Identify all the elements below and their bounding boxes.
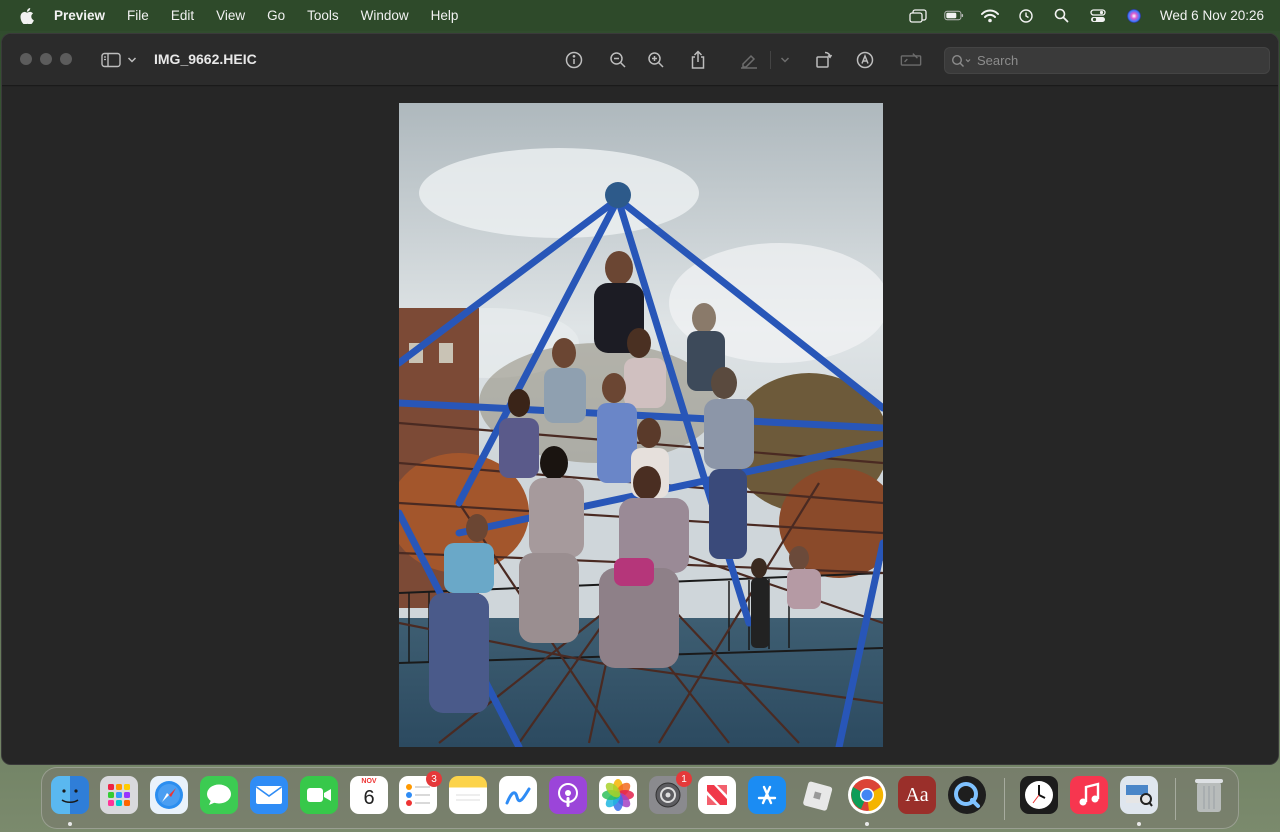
music-icon[interactable] [1070, 776, 1108, 814]
rotate-button[interactable] [813, 49, 835, 71]
reminders-icon[interactable]: 3 [399, 771, 442, 814]
launchpad-icon[interactable] [100, 776, 138, 814]
trash-icon[interactable] [1190, 776, 1228, 814]
menu-tools[interactable]: Tools [307, 8, 339, 23]
dock-separator [1175, 778, 1176, 820]
menu-edit[interactable]: Edit [171, 8, 194, 23]
safari-icon[interactable] [150, 776, 188, 814]
menu-window[interactable]: Window [361, 8, 409, 23]
photo-playground-climbing-structure [399, 103, 883, 747]
chevron-down-icon [127, 57, 137, 63]
control-center-icon[interactable] [1088, 8, 1108, 24]
info-button[interactable] [563, 49, 585, 71]
notes-icon[interactable] [449, 776, 487, 814]
siri-icon[interactable] [1124, 8, 1144, 24]
toolbar-separator [770, 51, 771, 69]
system-settings-icon[interactable]: 1 [649, 771, 692, 814]
close-button[interactable] [20, 53, 32, 65]
search-field[interactable] [944, 47, 1270, 74]
battery-icon[interactable] [944, 8, 964, 24]
running-indicator [68, 822, 72, 826]
markup-toolbar-button[interactable] [854, 49, 876, 71]
spotlight-search-icon[interactable] [1052, 8, 1072, 24]
zoom-out-icon [610, 52, 626, 68]
facetime-icon[interactable] [300, 776, 338, 814]
menu-go[interactable]: Go [267, 8, 285, 23]
highlighter-icon [741, 54, 757, 69]
zoom-out-button[interactable] [607, 49, 629, 71]
wifi-icon[interactable] [980, 8, 1000, 24]
running-indicator [865, 822, 869, 826]
menu-help[interactable]: Help [431, 8, 459, 23]
apple-menu-icon[interactable] [20, 7, 36, 24]
markup-highlight-button[interactable] [738, 49, 760, 71]
chrome-icon[interactable] [848, 776, 886, 814]
markup-menu-button[interactable] [774, 49, 796, 71]
info-icon [565, 51, 583, 69]
zoom-in-button[interactable] [645, 49, 667, 71]
dictionary-icon[interactable]: Aa [898, 776, 936, 814]
dock: NOV 6 3 1 Aa [41, 767, 1239, 829]
menu-bar: Preview File Edit View Go Tools Window H… [0, 0, 1280, 31]
markup-pen-icon [856, 51, 874, 69]
dictionary-label: Aa [905, 783, 929, 806]
sidebar-icon [101, 52, 121, 68]
mail-icon[interactable] [250, 776, 288, 814]
rotate-icon [816, 51, 833, 68]
search-icon [951, 54, 971, 67]
form-field-icon [900, 53, 922, 66]
chevron-down-icon [780, 57, 790, 63]
search-input[interactable] [977, 53, 1257, 68]
roblox-icon[interactable] [798, 776, 836, 814]
calendar-month: NOV [361, 778, 377, 785]
photos-icon[interactable] [599, 776, 637, 814]
app-store-icon[interactable] [748, 776, 786, 814]
photo-image[interactable] [399, 103, 883, 747]
dock-separator [1004, 778, 1005, 820]
stage-manager-icon[interactable] [908, 8, 928, 24]
menu-app-name[interactable]: Preview [54, 8, 105, 23]
news-icon[interactable] [698, 776, 736, 814]
freeform-icon[interactable] [499, 776, 537, 814]
podcasts-icon[interactable] [549, 776, 587, 814]
running-indicator [1137, 822, 1141, 826]
preview-icon[interactable] [1120, 776, 1158, 814]
zoom-in-icon [648, 52, 664, 68]
minimize-button[interactable] [40, 53, 52, 65]
menubar-clock[interactable]: Wed 6 Nov 20:26 [1160, 8, 1264, 23]
calendar-day: 6 [363, 787, 375, 809]
calendar-icon[interactable]: NOV 6 [350, 776, 388, 814]
document-canvas[interactable] [2, 87, 1278, 764]
share-icon [691, 50, 705, 69]
finder-icon[interactable] [51, 776, 89, 814]
window-toolbar: IMG_9662.HEIC [2, 34, 1278, 86]
zoom-button[interactable] [60, 53, 72, 65]
form-fill-button[interactable] [900, 49, 922, 71]
settings-badge: 1 [676, 771, 692, 787]
document-title: IMG_9662.HEIC [154, 51, 257, 67]
clock-icon[interactable] [1020, 776, 1058, 814]
menu-view[interactable]: View [216, 8, 245, 23]
quicktime-icon[interactable] [948, 776, 986, 814]
window-controls [20, 53, 72, 65]
share-button[interactable] [687, 49, 709, 71]
messages-icon[interactable] [200, 776, 238, 814]
preview-window: IMG_9662.HEIC [1, 33, 1279, 765]
time-machine-icon[interactable] [1016, 8, 1036, 24]
sidebar-toggle-button[interactable] [101, 51, 141, 69]
reminders-badge: 3 [426, 771, 442, 787]
menu-file[interactable]: File [127, 8, 149, 23]
